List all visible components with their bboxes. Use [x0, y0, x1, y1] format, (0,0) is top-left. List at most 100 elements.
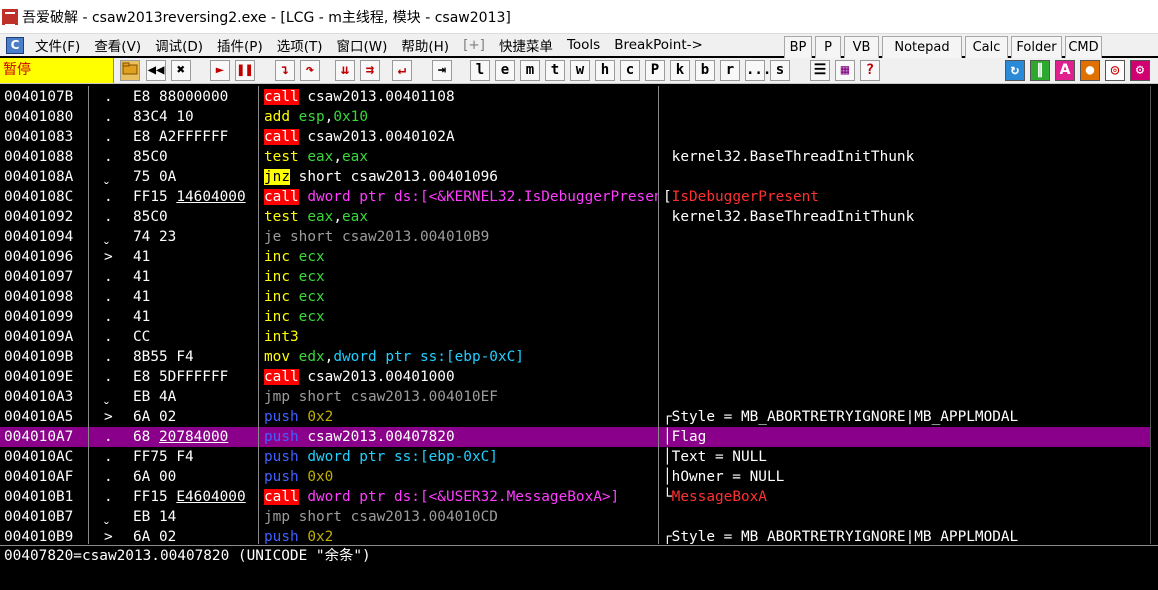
row-address: 0040109B [4, 349, 74, 365]
log-window-button[interactable]: l [470, 60, 490, 81]
help-button[interactable]: ? [860, 60, 880, 81]
system-menu-icon[interactable]: C [6, 36, 24, 54]
quick-vb-button[interactable]: VB [844, 36, 879, 60]
disassembly-row[interactable]: 00401097. 41 inc ecx [0, 267, 1158, 287]
menu-window[interactable]: 窗口(W) [330, 35, 395, 55]
run-icon[interactable]: ► [210, 60, 230, 81]
call-stack-button[interactable]: k [670, 60, 690, 81]
quick-notepad-button[interactable]: Notepad [882, 36, 962, 60]
disassembly-row[interactable]: 00401098. 41 inc ecx [0, 287, 1158, 307]
disassembly-row[interactable]: 004010B7 ˬ EB 14 jmp short csaw2013.004010C… [0, 507, 1158, 527]
menu-plugins[interactable]: 插件(P) [210, 35, 270, 55]
disassembly-row[interactable]: 0040109B. 8B55 F4 mov edx,dword ptr ss:[eb… [0, 347, 1158, 367]
disassembly-row[interactable]: 00401083. E8 A2FFFFFF call csaw2013.004010… [0, 127, 1158, 147]
disassembly-row[interactable]: 0040108A ˬ 75 0A jnz short csaw2013.0040109… [0, 167, 1158, 187]
row-address: 004010B7 [4, 509, 74, 525]
record-icon[interactable]: ● [1080, 60, 1100, 81]
pause-icon[interactable]: ❚❚ [235, 60, 255, 81]
row-address: 0040109A [4, 329, 74, 345]
row-hex-bytes: 6A 02 [133, 409, 177, 425]
disassembly-row[interactable]: 0040109E. E8 5DFFFFFF call csaw2013.004010… [0, 367, 1158, 387]
quick-folder-button[interactable]: Folder [1011, 36, 1062, 60]
row-hex-bytes: 85C0 [133, 209, 168, 225]
row-jump-marker: . [104, 489, 113, 505]
plugin-green-icon[interactable]: ∥ [1030, 60, 1050, 81]
executable-modules-button[interactable]: e [495, 60, 515, 81]
vertical-scrollbar[interactable] [1150, 86, 1158, 544]
disassembly-row[interactable]: 00401080. 83C4 10 add esp,0x10 [0, 107, 1158, 127]
disassembly-row[interactable]: 00401096 >41 inc ecx [0, 247, 1158, 267]
row-jump-marker: ˬ [104, 509, 109, 525]
row-hex-bytes: 68 20784000 [133, 429, 229, 445]
disassembly-pane[interactable]: 0040107B. E8 88000000 call csaw2013.004011… [0, 86, 1158, 544]
disassembly-row[interactable]: 0040107B. E8 88000000 call csaw2013.004011… [0, 87, 1158, 107]
disassembly-row[interactable]: 00401099. 41 inc ecx [0, 307, 1158, 327]
grid-icon[interactable]: ▦ [835, 60, 855, 81]
menu-tools[interactable]: Tools [560, 37, 607, 53]
row-comment: │Flag [663, 429, 707, 445]
menu-view[interactable]: 查看(V) [87, 35, 148, 55]
plugin-a-icon[interactable]: A [1055, 60, 1075, 81]
target-icon[interactable]: ◎ [1105, 60, 1125, 81]
row-address: 0040108A [4, 169, 74, 185]
close-icon[interactable]: ✖ [171, 60, 191, 81]
row-address: 0040107B [4, 89, 74, 105]
disassembly-row[interactable]: 004010AC. FF75 F4 push dword ptr ss:[ebp-0… [0, 447, 1158, 467]
breakpoints-button[interactable]: b [695, 60, 715, 81]
row-address: 004010A3 [4, 389, 74, 405]
row-hex-bytes: EB 4A [133, 389, 177, 405]
disassembly-row[interactable]: 00401094 ˬ 74 23 je short csaw2013.004010B9 [0, 227, 1158, 247]
step-over-icon[interactable]: ↷ [300, 60, 320, 81]
references-button[interactable]: r [720, 60, 740, 81]
disassembly-row[interactable]: 0040109A. CC int3 [0, 327, 1158, 347]
go-to-icon[interactable]: ⇥ [432, 60, 452, 81]
menu-options[interactable]: 选项(T) [270, 35, 330, 55]
trace-over-icon[interactable]: ⇉ [360, 60, 380, 81]
menu-file[interactable]: 文件(F) [28, 35, 87, 55]
row-comment: ┌Style = MB_ABORTRETRYIGNORE|MB_APPLMODA… [663, 409, 1019, 425]
cpu-button[interactable]: c [620, 60, 640, 81]
threads-button[interactable]: t [545, 60, 565, 81]
row-hex-bytes: 6A 00 [133, 469, 177, 485]
windows-button[interactable]: w [570, 60, 590, 81]
menu-breakpoint[interactable]: BreakPoint-> [607, 37, 710, 53]
run-trace-button[interactable]: ... [745, 60, 771, 81]
disassembly-row[interactable]: 004010B9 >6A 02 push 0x2 ┌Style = MB_ABORTR… [0, 527, 1158, 544]
quick-bp-button[interactable]: BP [784, 36, 812, 60]
disassembly-row[interactable]: 004010A5 >6A 02 push 0x2 ┌Style = MB_ABORTR… [0, 407, 1158, 427]
row-jump-marker: . [104, 289, 113, 305]
quick-calc-button[interactable]: Calc [965, 36, 1008, 60]
settings-icon[interactable]: ⚙ [1130, 60, 1150, 81]
quick-p-button[interactable]: P [815, 36, 841, 60]
memory-map-button[interactable]: m [520, 60, 540, 81]
disassembly-row[interactable]: 004010A7. 68 20784000 push csaw2013.004078… [0, 427, 1158, 447]
refresh-icon[interactable]: ↻ [1005, 60, 1025, 81]
disassembly-row[interactable]: 00401088. 85C0 test eax,eax kernel32.BaseT… [0, 147, 1158, 167]
disassembly-row[interactable]: 0040108C. FF15 14604000 call dword ptr ds:… [0, 187, 1158, 207]
disassembly-row[interactable]: 00401092. 85C0 test eax,eax kernel32.BaseT… [0, 207, 1158, 227]
rewind-icon[interactable]: ◀◀ [146, 60, 166, 81]
open-icon[interactable] [120, 60, 140, 81]
patches-button[interactable]: P [645, 60, 665, 81]
disassembly-row[interactable]: 004010AF. 6A 00 push 0x0 │hOwner = NULL [0, 467, 1158, 487]
trace-into-icon[interactable]: ⇊ [335, 60, 355, 81]
menu-expand[interactable]: [+] [456, 37, 492, 53]
row-instruction: push csaw2013.00407820 [264, 429, 455, 445]
execute-till-return-icon[interactable]: ↵ [392, 60, 412, 81]
row-hex-bytes: E8 A2FFFFFF [133, 129, 229, 145]
disassembly-row[interactable]: 004010A3 ˬ EB 4A jmp short csaw2013.004010E… [0, 387, 1158, 407]
disassembly-row[interactable]: 004010B1. FF15 E4604000 call dword ptr ds:… [0, 487, 1158, 507]
row-address: 00401096 [4, 249, 74, 265]
menu-debug[interactable]: 调试(D) [148, 35, 210, 55]
quick-cmd-button[interactable]: CMD [1065, 36, 1102, 60]
column-divider-hex [258, 86, 259, 544]
toolbar: 暂停 ◀◀ ✖ ► ❚❚ ↴ ↷ ⇊ ⇉ ↵ ⇥ l e m t w h c P… [0, 58, 1158, 84]
row-hex-bytes: 41 [133, 269, 151, 285]
step-into-icon[interactable]: ↴ [275, 60, 295, 81]
source-button[interactable]: s [770, 60, 790, 81]
menu-help[interactable]: 帮助(H) [394, 35, 456, 55]
menu-shortcuts[interactable]: 快捷菜单 [492, 35, 560, 55]
handles-button[interactable]: h [595, 60, 615, 81]
list-icon[interactable]: ☰ [810, 60, 830, 81]
title-bar: 吾爱破解 - csaw2013reversing2.exe - [LCG - m… [0, 0, 1158, 34]
